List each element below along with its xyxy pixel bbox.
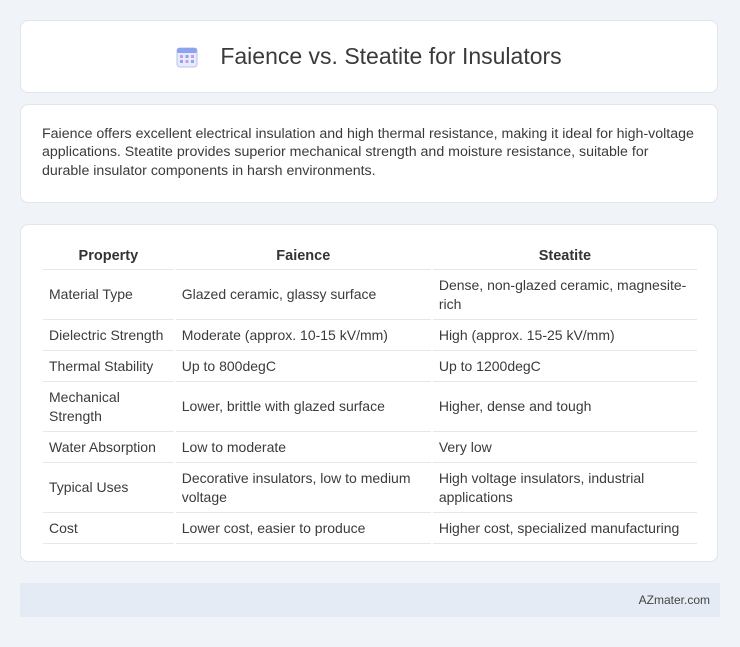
table-row: Material Type Glazed ceramic, glassy sur… — [43, 270, 697, 320]
comparison-table-card: Property Faience Steatite Material Type … — [20, 224, 718, 562]
table-row: Cost Lower cost, easier to produce Highe… — [43, 513, 697, 544]
table-cell-property: Mechanical Strength — [43, 382, 174, 432]
table-calendar-icon — [176, 46, 198, 68]
table-cell-faience: Lower cost, easier to produce — [175, 513, 431, 544]
table-row: Thermal Stability Up to 800degC Up to 12… — [43, 351, 697, 382]
table-cell-faience: Low to moderate — [175, 432, 431, 463]
table-cell-faience: Decorative insulators, low to medium vol… — [175, 463, 431, 513]
table-header-row: Property Faience Steatite — [43, 243, 697, 270]
table-row: Dielectric Strength Moderate (approx. 10… — [43, 320, 697, 351]
footer-bar: AZmater.com — [20, 583, 720, 617]
page-title: Faience vs. Steatite for Insulators — [220, 43, 562, 69]
table-cell-steatite: Higher cost, specialized manufacturing — [432, 513, 697, 544]
table-cell-faience: Moderate (approx. 10-15 kV/mm) — [175, 320, 431, 351]
table-cell-property: Thermal Stability — [43, 351, 174, 382]
table-cell-steatite: Up to 1200degC — [432, 351, 697, 382]
table-cell-faience: Up to 800degC — [175, 351, 431, 382]
table-cell-property: Water Absorption — [43, 432, 174, 463]
header-card: Faience vs. Steatite for Insulators — [20, 20, 718, 93]
table-cell-faience: Glazed ceramic, glassy surface — [175, 270, 431, 320]
title-wrap: Faience vs. Steatite for Insulators — [176, 43, 562, 70]
comparison-table: Property Faience Steatite Material Type … — [41, 243, 699, 544]
table-cell-steatite: Higher, dense and tough — [432, 382, 697, 432]
summary-text: Faience offers excellent electrical insu… — [42, 126, 694, 179]
table-cell-faience: Lower, brittle with glazed surface — [175, 382, 431, 432]
summary-card: Faience offers excellent electrical insu… — [20, 104, 718, 203]
table-cell-property: Material Type — [43, 270, 174, 320]
table-cell-property: Typical Uses — [43, 463, 174, 513]
table-row: Mechanical Strength Lower, brittle with … — [43, 382, 697, 432]
table-row: Water Absorption Low to moderate Very lo… — [43, 432, 697, 463]
table-cell-steatite: Dense, non-glazed ceramic, magnesite-ric… — [432, 270, 697, 320]
footer-site-link[interactable]: AZmater.com — [639, 593, 710, 607]
table-cell-property: Dielectric Strength — [43, 320, 174, 351]
column-header-steatite: Steatite — [432, 243, 697, 270]
table-cell-property: Cost — [43, 513, 174, 544]
table-cell-steatite: High (approx. 15-25 kV/mm) — [432, 320, 697, 351]
column-header-faience: Faience — [175, 243, 431, 270]
table-row: Typical Uses Decorative insulators, low … — [43, 463, 697, 513]
column-header-property: Property — [43, 243, 174, 270]
table-cell-steatite: Very low — [432, 432, 697, 463]
table-cell-steatite: High voltage insulators, industrial appl… — [432, 463, 697, 513]
